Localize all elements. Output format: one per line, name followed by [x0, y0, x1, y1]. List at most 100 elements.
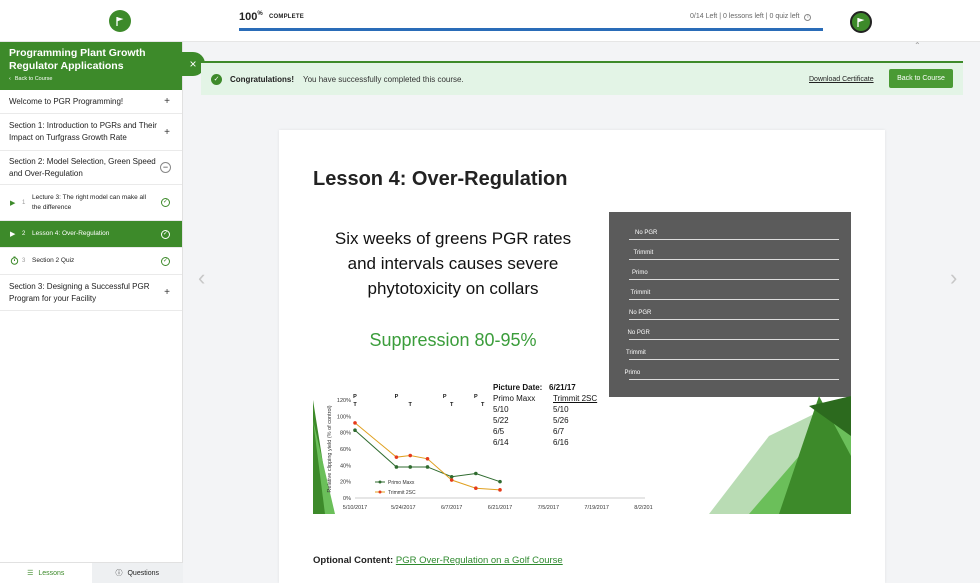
data-point [408, 465, 413, 469]
top-bar: 100% COMPLETE 0/14 Left | 0 lessons left… [0, 0, 980, 42]
primo-application-marker: P [395, 394, 399, 400]
info-circle-icon: ⓘ [115, 570, 123, 577]
y-tick-label: 100% [337, 414, 351, 420]
data-point [474, 486, 478, 490]
progress-percent: 100% [239, 11, 263, 23]
play-icon: ▶ [10, 199, 16, 207]
series-line-trimmit [354, 422, 501, 491]
expand-icon[interactable]: + [164, 287, 170, 298]
picture-date-row: 5/10 5/10 [493, 404, 597, 415]
picture-date-row: 6/14 6/16 [493, 437, 597, 448]
data-point [449, 478, 454, 482]
trimmit-date: 6/7 [553, 427, 565, 436]
sidebar-tabs: ☰ Lessons ⓘ Questions [0, 562, 183, 583]
lesson-item-lecture-3[interactable]: ▶ 1 Lecture 3: The right model can make … [0, 185, 182, 221]
data-point [408, 453, 413, 458]
lesson-slide-image: Six weeks of greens PGR rates and interv… [313, 210, 851, 514]
data-point [353, 428, 357, 433]
data-point [353, 421, 357, 425]
banner-message: You have successfully completed this cou… [303, 74, 464, 84]
legend-label: Trimmit 2SC [388, 490, 416, 496]
y-tick-label: 0% [343, 496, 351, 502]
course-sidebar: Programming Plant Growth Regulator Appli… [0, 42, 183, 583]
back-to-course-button[interactable]: Back to Course [889, 69, 953, 88]
y-tick-label: 20% [340, 480, 351, 486]
plot-divider [629, 359, 839, 360]
y-tick-label: 120% [337, 398, 351, 404]
data-point [498, 488, 502, 492]
logo-flag-icon[interactable] [109, 10, 131, 32]
plot-divider [629, 319, 839, 320]
trimmit-date: 5/26 [553, 416, 569, 425]
data-point [498, 479, 502, 484]
plot-divider [629, 259, 839, 260]
plot-divider [629, 339, 839, 340]
expand-icon[interactable]: + [164, 96, 170, 107]
picture-date-rows: 5/10 5/10 5/22 5/26 6/5 6/7 6/14 6/16 [493, 404, 597, 448]
suppression-text: Suppression 80-95% [369, 330, 537, 350]
primo-date: 5/10 [493, 405, 509, 414]
complete-check-icon: ✓ [161, 256, 170, 266]
next-arrow-icon[interactable]: › [950, 265, 957, 291]
plot-divider [629, 299, 839, 300]
progress-stats: 0/14 Left | 0 lessons left | 0 quiz left… [690, 13, 812, 21]
plot-photo: No PGR Trimmit Primo Trimmit No PGR No PGR Tri… [609, 212, 851, 397]
tab-lessons[interactable]: ☰ Lessons [0, 563, 92, 583]
tab-questions[interactable]: ⓘ Questions [91, 563, 183, 583]
x-tick-label: 5/10/2017 [343, 505, 367, 511]
previous-arrow-icon[interactable]: ‹ [198, 265, 205, 291]
legend-marker [378, 490, 382, 494]
plot-label: Primo [624, 370, 641, 376]
trimmit-date: 5/10 [553, 405, 569, 414]
primo-date: 5/22 [493, 416, 509, 425]
clipping-yield-chart: 0% 20% 40% 60% 80% 100% 120% 5/10/2017 5/24/2017… [327, 394, 653, 511]
primo-date: 6/5 [493, 427, 505, 436]
section-3[interactable]: Section 3: Designing a Successful PGR Pr… [0, 275, 182, 311]
data-point [394, 465, 399, 469]
plot-divider [629, 279, 839, 280]
play-icon: ▶ [10, 231, 16, 238]
chevron-up-icon[interactable]: ⌃ [914, 41, 921, 50]
complete-check-icon: ✓ [161, 198, 170, 207]
slide-headline: Six weeks of greens PGR rates and interv… [334, 229, 572, 298]
y-tick-label: 80% [340, 431, 351, 437]
trimmit-application-marker: T [409, 402, 413, 408]
success-check-icon: ✓ [211, 73, 222, 85]
trimmit-application-marker: T [481, 402, 485, 408]
section-1[interactable]: Section 1: Introduction to PGRs and Thei… [0, 114, 182, 151]
plot-label: No PGR [635, 230, 658, 236]
optional-content-link[interactable]: PGR Over-Regulation on a Golf Course [396, 555, 563, 566]
plot-label: Trimmit [633, 250, 654, 256]
x-tick-label: 5/24/2017 [391, 505, 415, 511]
banner-title: Congratulations! [230, 74, 294, 84]
info-icon[interactable]: i [804, 14, 812, 21]
collapse-icon[interactable]: − [160, 162, 171, 173]
picture-date-row: 5/22 5/26 [493, 415, 597, 426]
plot-label: No PGR [629, 310, 652, 316]
lesson-item-lesson-4[interactable]: ▶ 2 Lesson 4: Over-Regulation ✓ [0, 221, 182, 248]
user-avatar-flag-icon[interactable] [850, 11, 872, 33]
plot-label: No PGR [627, 330, 650, 336]
lesson-item-section-2-quiz[interactable]: 3 Section 2 Quiz ✓ [0, 248, 182, 275]
progress-fill [239, 28, 823, 31]
expand-icon[interactable]: + [164, 127, 170, 138]
course-header: Programming Plant Growth Regulator Appli… [0, 42, 182, 90]
lesson-title: Lesson 4: Over-Regulation [313, 168, 568, 190]
trimmit-date: 6/16 [553, 438, 569, 447]
download-certificate-link[interactable]: Download Certificate [809, 76, 874, 83]
data-point [449, 474, 454, 479]
section-2[interactable]: Section 2: Model Selection, Green Speed … [0, 151, 182, 185]
picture-date-table: Picture Date: 6/21/17 Primo Maxx Trimmit … [493, 383, 598, 448]
back-to-course-link[interactable]: ‹ Back to Course [9, 76, 173, 82]
progress-bar [239, 28, 823, 31]
plot-divider [629, 379, 839, 380]
complete-check-icon: ✓ [161, 229, 170, 239]
section-welcome[interactable]: Welcome to PGR Programming! + [0, 90, 182, 114]
lesson-content: Lesson 4: Over-Regulation Six weeks of g… [279, 130, 885, 583]
course-title: Programming Plant Growth Regulator Appli… [9, 47, 146, 72]
list-icon: ☰ [27, 570, 34, 577]
x-tick-label: 7/5/2017 [538, 505, 559, 511]
plot-label: Primo [632, 270, 648, 276]
primo-application-marker: P [474, 394, 478, 400]
plot-divider [629, 239, 839, 240]
